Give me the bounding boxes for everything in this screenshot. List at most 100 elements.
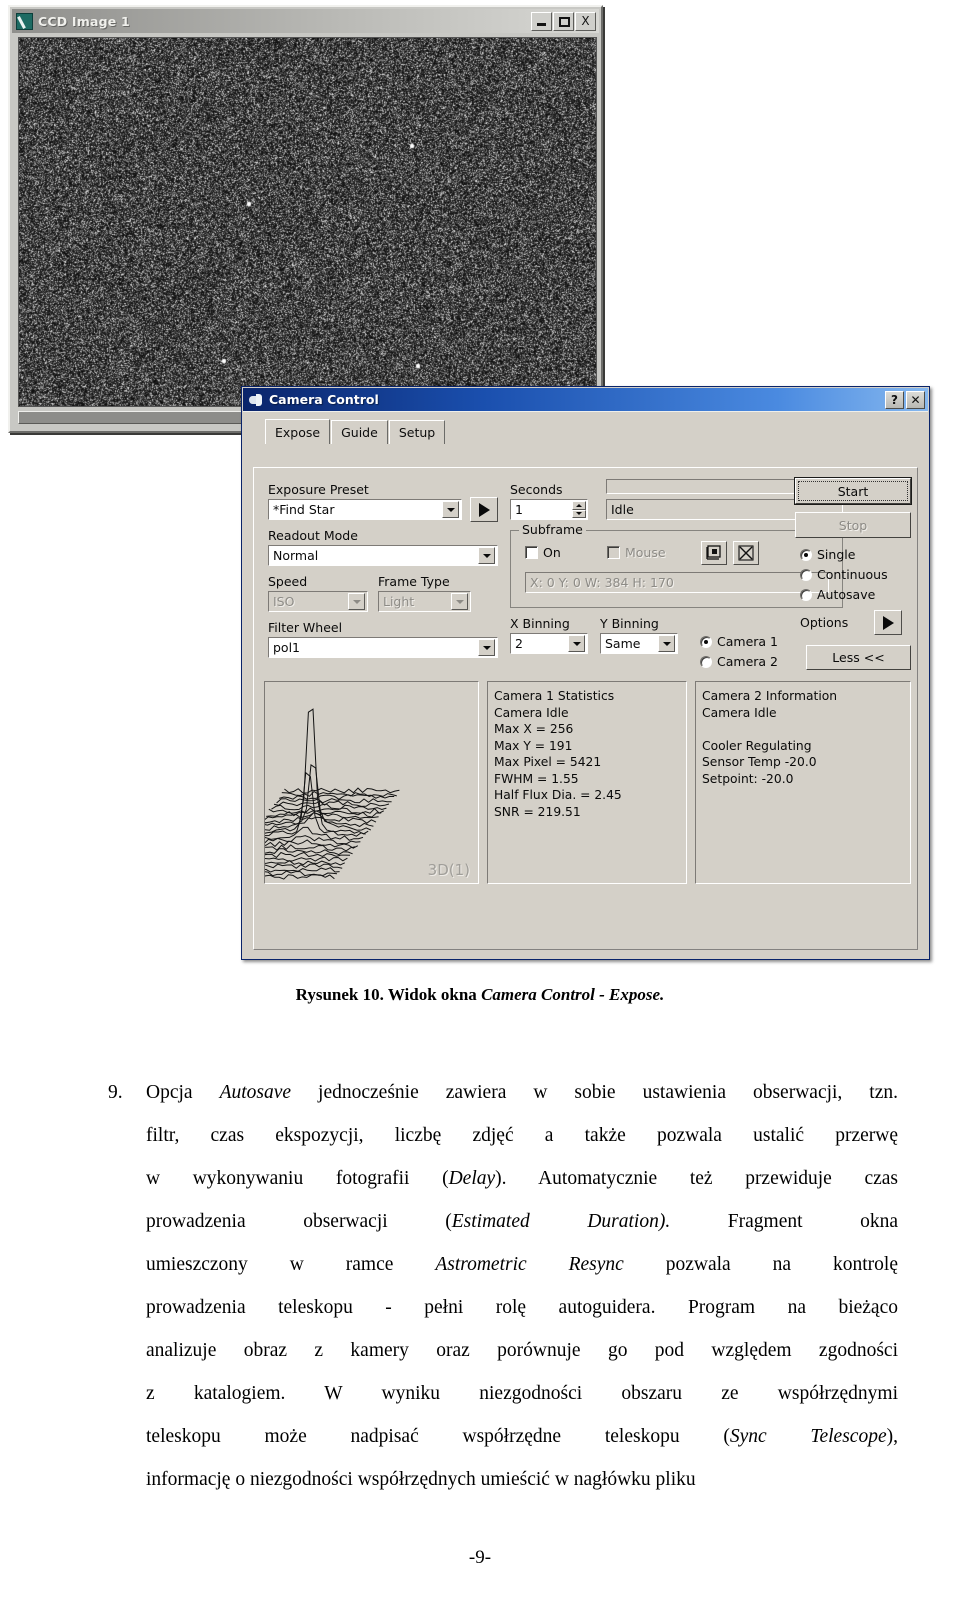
info-line: Sensor Temp -20.0	[702, 754, 910, 771]
stat-line: SNR = 219.51	[494, 804, 686, 821]
paragraph-line: teleskopu może nadpisać współrzędne tele…	[146, 1415, 898, 1458]
options-button[interactable]	[874, 610, 902, 635]
figure-caption-italic: Camera Control - Expose.	[481, 985, 664, 1004]
stepper-down-icon[interactable]	[572, 510, 586, 519]
y-binning-value: Same	[601, 636, 640, 651]
subframe-fullframe-icon	[738, 545, 754, 561]
speed-label: Speed	[268, 574, 307, 589]
chevron-down-icon[interactable]	[568, 635, 585, 652]
readout-mode-combo[interactable]: Normal	[268, 545, 498, 566]
subframe-mouse-checkbox[interactable]: Mouse	[607, 545, 666, 560]
stop-button[interactable]: Stop	[795, 512, 911, 538]
chevron-down-icon[interactable]	[451, 593, 468, 610]
chevron-down-icon[interactable]	[348, 593, 365, 610]
stat-line: Max X = 256	[494, 721, 686, 738]
subframe-fullframe-button[interactable]	[733, 541, 759, 565]
tab-guide[interactable]: Guide	[331, 420, 388, 444]
y-binning-label: Y Binning	[600, 616, 659, 631]
star-profile-graph-panel[interactable]: 3D(1)	[264, 681, 479, 884]
paragraph-line: prowadzenia teleskopu - pełni rolę autog…	[146, 1286, 898, 1329]
camera-1-radio[interactable]: Camera 1	[700, 634, 778, 649]
minimize-button[interactable]	[531, 12, 552, 31]
seconds-spinner[interactable]: 1	[510, 499, 588, 520]
stat-line: Camera Idle	[494, 705, 686, 722]
filter-wheel-label: Filter Wheel	[268, 620, 342, 635]
info-line-blank	[702, 721, 910, 738]
ccd-image-canvas[interactable]	[18, 37, 597, 407]
checkbox-icon	[607, 546, 620, 559]
stat-line: Half Flux Dia. = 2.45	[494, 787, 686, 804]
exposure-preset-combo[interactable]: *Find Star	[268, 499, 462, 520]
numbered-paragraph: 9. Opcja Autosave jednocześnie zawiera w…	[108, 1071, 898, 1501]
ccd-image-window[interactable]: CCD Image 1 X	[8, 5, 603, 433]
maximize-icon	[559, 17, 570, 27]
close-button[interactable]: X	[575, 12, 596, 31]
chevron-down-icon[interactable]	[442, 501, 459, 518]
options-label: Options	[800, 615, 848, 630]
stepper-up-icon[interactable]	[572, 501, 586, 510]
mode-autosave-radio[interactable]: Autosave	[800, 587, 875, 602]
frame-type-value: Light	[379, 594, 414, 609]
y-binning-combo[interactable]: Same	[600, 633, 678, 654]
paragraph-line: filtr, czas ekspozycji, liczbę zdjęć a t…	[146, 1114, 898, 1157]
mode-continuous-label: Continuous	[817, 567, 888, 582]
subframe-mouse-label: Mouse	[625, 545, 666, 560]
filter-wheel-value: pol1	[269, 640, 300, 655]
camera-control-title: Camera Control	[269, 392, 379, 407]
radio-icon	[800, 589, 812, 601]
camera-control-window[interactable]: Camera Control ? ✕ Expose Guide Setup Ex…	[241, 386, 930, 960]
subframe-on-label: On	[543, 545, 561, 560]
mode-single-radio[interactable]: Single	[800, 547, 855, 562]
chevron-down-icon[interactable]	[478, 547, 495, 564]
camera-control-icon	[248, 392, 264, 408]
camera-window-buttons: ? ✕	[885, 391, 925, 409]
x-binning-combo[interactable]: 2	[510, 633, 588, 654]
figure-screenshot: CCD Image 1 X Camera Control ? ✕ Expose …	[0, 0, 960, 975]
camera-control-titlebar[interactable]: Camera Control ? ✕	[243, 388, 928, 411]
x-binning-value: 2	[511, 636, 523, 651]
filter-wheel-combo[interactable]: pol1	[268, 637, 498, 658]
less-button[interactable]: Less <<	[806, 645, 911, 670]
stop-button-label: Stop	[839, 518, 867, 533]
stat-line: FWHM = 1.55	[494, 771, 686, 788]
help-button[interactable]: ?	[885, 391, 904, 409]
paragraph-line: z katalogiem. W wyniku niezgodności obsz…	[146, 1372, 898, 1415]
x-binning-label: X Binning	[510, 616, 570, 631]
start-button[interactable]: Start	[795, 478, 911, 504]
maximize-button[interactable]	[553, 12, 574, 31]
mode-continuous-radio[interactable]: Continuous	[800, 567, 888, 582]
page-number: -9-	[0, 1547, 960, 1569]
tab-setup[interactable]: Setup	[389, 420, 445, 444]
figure-caption-prefix: Rysunek 10. Widok okna	[296, 985, 481, 1004]
chevron-down-icon[interactable]	[658, 635, 675, 652]
info-line: Camera 2 Information	[702, 688, 910, 705]
chevron-down-icon[interactable]	[478, 639, 495, 656]
ccd-image-titlebar[interactable]: CCD Image 1 X	[12, 9, 599, 33]
subframe-coords-value: X: 0 Y: 0 W: 384 H: 170	[526, 575, 674, 590]
mode-autosave-label: Autosave	[817, 587, 875, 602]
seconds-stepper[interactable]	[572, 501, 586, 518]
expose-tab-panel: Exposure Preset *Find Star Readout Mode …	[253, 467, 918, 950]
stat-line: Max Pixel = 5421	[494, 754, 686, 771]
frame-type-combo[interactable]: Light	[378, 591, 471, 612]
subframe-on-checkbox[interactable]: On	[525, 545, 561, 560]
graph-overlay-label: 3D(1)	[428, 861, 470, 879]
info-line: Camera Idle	[702, 705, 910, 722]
camera-2-radio[interactable]: Camera 2	[700, 654, 778, 669]
start-button-label: Start	[838, 484, 869, 499]
close-icon: X	[576, 13, 595, 30]
checkbox-icon	[525, 546, 538, 559]
stat-line: Camera 1 Statistics	[494, 688, 686, 705]
close-button[interactable]: ✕	[906, 391, 925, 409]
speed-combo[interactable]: ISO	[268, 591, 368, 612]
seconds-label: Seconds	[510, 482, 563, 497]
radio-icon	[700, 636, 712, 648]
camera-control-tabs: Expose Guide Setup	[265, 420, 920, 445]
ccd-window-buttons: X	[531, 12, 597, 31]
tab-expose[interactable]: Expose	[265, 419, 330, 444]
paragraph-text: Opcja Autosave jednocześnie zawiera w so…	[146, 1071, 898, 1501]
exposure-preset-go-button[interactable]	[470, 497, 498, 522]
seconds-value: 1	[511, 502, 523, 517]
paragraph-line: analizuje obraz z kamery oraz porównuje …	[146, 1329, 898, 1372]
subframe-select-button[interactable]	[701, 541, 727, 565]
